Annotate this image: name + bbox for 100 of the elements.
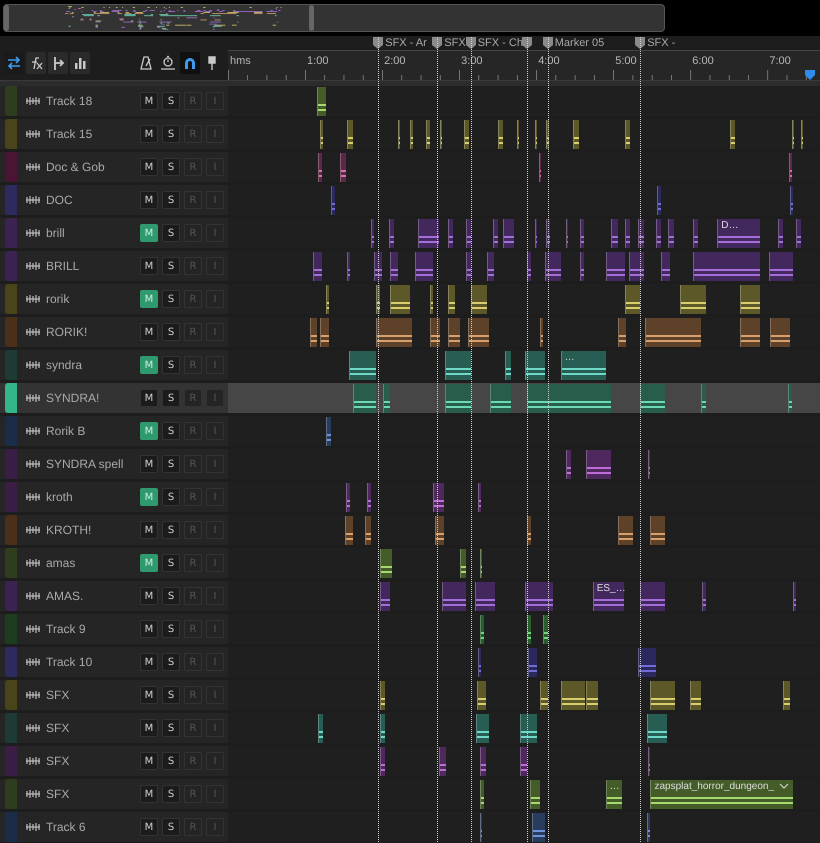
track-toggle-button[interactable]: S <box>162 554 180 572</box>
track-toggle-button[interactable]: S <box>162 587 180 605</box>
audio-clip[interactable] <box>778 219 783 248</box>
track-name[interactable]: Track 18 <box>46 94 140 108</box>
audio-clip[interactable] <box>492 219 498 248</box>
audio-clip[interactable] <box>690 681 701 710</box>
audio-clip[interactable] <box>383 384 390 413</box>
range-handle[interactable] <box>4 5 9 31</box>
track-name[interactable]: Track 6 <box>46 820 140 834</box>
audio-clip[interactable] <box>505 351 510 380</box>
audio-clip[interactable] <box>638 219 644 248</box>
range-handle[interactable] <box>309 5 314 31</box>
audio-clip[interactable] <box>692 219 698 248</box>
audio-clip[interactable] <box>628 252 644 281</box>
audio-clip[interactable] <box>580 219 584 248</box>
audio-clip[interactable] <box>380 714 385 743</box>
audio-clip[interactable] <box>524 351 546 380</box>
audio-clip[interactable] <box>316 87 326 116</box>
audio-clip[interactable] <box>476 714 489 743</box>
audio-clip[interactable] <box>538 153 542 182</box>
effects-button[interactable] <box>26 52 46 74</box>
audio-clip[interactable] <box>388 219 394 248</box>
audio-clip[interactable] <box>770 318 790 347</box>
audio-clip[interactable] <box>540 681 548 710</box>
audio-clip[interactable] <box>782 681 790 710</box>
audio-clip[interactable] <box>546 219 550 248</box>
audio-clip[interactable] <box>478 648 481 677</box>
audio-clip[interactable] <box>347 252 350 281</box>
track-name[interactable]: BRILL <box>46 259 140 273</box>
audio-clip[interactable] <box>310 318 317 347</box>
audio-clip[interactable] <box>638 648 656 677</box>
marker-flag-icon[interactable] <box>373 37 384 49</box>
audio-clip[interactable] <box>442 582 466 611</box>
audio-clip[interactable] <box>440 120 442 149</box>
audio-clip[interactable] <box>546 120 550 149</box>
audio-clip[interactable] <box>370 219 374 248</box>
track-toggle-button[interactable]: M <box>140 92 158 110</box>
track-toggle-button[interactable]: S <box>162 521 180 539</box>
audio-clip[interactable] <box>534 219 538 248</box>
track-name[interactable]: brill <box>46 226 140 240</box>
audio-clip[interactable] <box>788 384 792 413</box>
track-toggle-button[interactable]: S <box>162 323 180 341</box>
marker-flag-icon[interactable] <box>466 37 476 49</box>
track-toggle-button[interactable]: M <box>140 521 158 539</box>
snap-button[interactable] <box>180 52 200 74</box>
track-toggle-button[interactable]: S <box>162 92 180 110</box>
track-name[interactable]: Track 15 <box>46 127 140 141</box>
audio-clip[interactable] <box>380 747 385 776</box>
audio-clip[interactable] <box>460 549 466 578</box>
audio-clip[interactable] <box>566 450 571 479</box>
audio-clip[interactable] <box>800 120 804 149</box>
audio-clip[interactable] <box>540 318 543 347</box>
audio-clip[interactable] <box>560 681 585 710</box>
audio-clip[interactable] <box>398 120 400 149</box>
audio-clip[interactable] <box>320 318 330 347</box>
audio-clip[interactable] <box>656 186 661 215</box>
audio-clip[interactable] <box>448 318 460 347</box>
track-toggle-button[interactable]: S <box>162 752 180 770</box>
audio-clip[interactable] <box>740 285 760 314</box>
audio-clip[interactable] <box>466 252 471 281</box>
audio-clip[interactable] <box>730 120 736 149</box>
audio-clip[interactable] <box>498 120 503 149</box>
track-toggle-button[interactable]: S <box>162 257 180 275</box>
audio-clip[interactable] <box>344 516 353 545</box>
track-name[interactable]: SFX <box>46 688 140 702</box>
audio-clip[interactable] <box>624 219 630 248</box>
audio-clip[interactable] <box>320 120 324 149</box>
audio-clip[interactable] <box>646 714 668 743</box>
track-toggle-button[interactable]: S <box>162 389 180 407</box>
overview-navigator[interactable] <box>3 4 665 32</box>
audio-clip[interactable] <box>542 615 548 644</box>
audio-clip[interactable] <box>650 516 665 545</box>
audio-clip[interactable] <box>480 615 484 644</box>
audio-clip[interactable] <box>793 582 796 611</box>
track-toggle-button[interactable]: M <box>140 818 158 836</box>
chevron-icon[interactable] <box>779 783 790 789</box>
track-toggle-button[interactable]: M <box>140 653 158 671</box>
track-name[interactable]: Track 10 <box>46 655 140 669</box>
audio-clip[interactable] <box>618 318 626 347</box>
audio-clip[interactable] <box>573 120 579 149</box>
track-name[interactable]: amas <box>46 556 140 570</box>
audio-clip[interactable] <box>530 780 540 809</box>
track-toggle-button[interactable]: M <box>140 620 158 638</box>
audio-clip[interactable] <box>527 384 611 413</box>
audio-clip[interactable] <box>468 318 489 347</box>
audio-clip[interactable] <box>438 747 446 776</box>
marker-flag-icon[interactable] <box>542 37 553 49</box>
audio-clip[interactable] <box>648 450 650 479</box>
audio-clip[interactable] <box>648 747 650 776</box>
track-toggle-button[interactable]: S <box>162 488 180 506</box>
audio-clip[interactable] <box>318 153 322 182</box>
track-name[interactable]: SYNDRA spell <box>46 457 140 471</box>
audio-clip[interactable] <box>790 186 794 215</box>
audio-clip[interactable] <box>520 747 528 776</box>
track-name[interactable]: Rorik B <box>46 424 140 438</box>
audio-clip[interactable] <box>624 285 640 314</box>
audio-clip[interactable] <box>380 549 392 578</box>
audio-clip[interactable] <box>326 417 331 446</box>
audio-clip[interactable] <box>656 219 661 248</box>
audio-clip[interactable] <box>792 120 794 149</box>
